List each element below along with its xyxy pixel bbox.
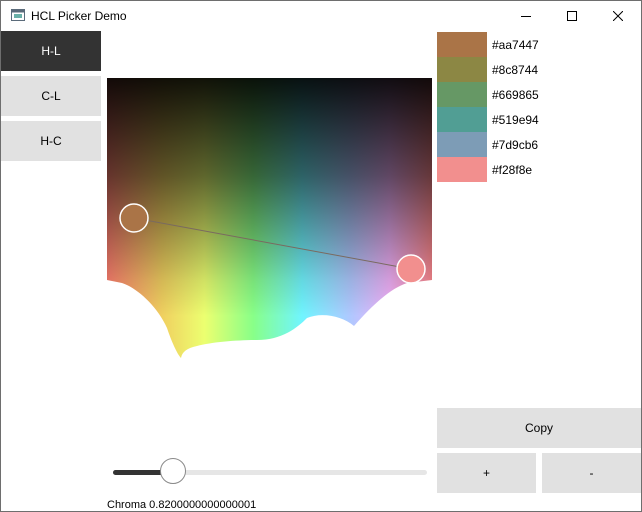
mode-button-h-l[interactable]: H-L bbox=[1, 31, 101, 71]
color-swatch bbox=[437, 32, 487, 57]
app-window: HCL Picker Demo H-L C-L H-C #aa7447 #8c8… bbox=[0, 0, 642, 512]
palette-item[interactable]: #f28f8e bbox=[437, 157, 641, 182]
color-hex-label: #f28f8e bbox=[492, 163, 533, 177]
color-hex-label: #8c8744 bbox=[492, 63, 539, 77]
color-swatch bbox=[437, 57, 487, 82]
palette-item[interactable]: #669865 bbox=[437, 82, 641, 107]
add-color-button[interactable]: + bbox=[437, 453, 536, 493]
mode-button-c-l[interactable]: C-L bbox=[1, 76, 101, 116]
palette-item[interactable]: #519e94 bbox=[437, 107, 641, 132]
maximize-icon bbox=[567, 11, 577, 21]
app-icon bbox=[11, 9, 25, 21]
close-icon bbox=[613, 11, 623, 21]
color-hex-label: #669865 bbox=[492, 88, 539, 102]
color-swatch bbox=[437, 157, 487, 182]
color-hex-label: #519e94 bbox=[492, 113, 539, 127]
color-swatch bbox=[437, 132, 487, 157]
hcl-color-plane[interactable] bbox=[107, 78, 432, 358]
palette-item[interactable]: #aa7447 bbox=[437, 32, 641, 57]
palette-item[interactable]: #8c8744 bbox=[437, 57, 641, 82]
color-hex-label: #7d9cb6 bbox=[492, 138, 539, 152]
window-title: HCL Picker Demo bbox=[31, 9, 127, 23]
remove-color-button[interactable]: - bbox=[542, 453, 641, 493]
palette-end-handle[interactable] bbox=[396, 254, 426, 284]
color-swatch bbox=[437, 82, 487, 107]
color-swatch bbox=[437, 107, 487, 132]
minimize-button[interactable] bbox=[503, 1, 549, 31]
close-button[interactable] bbox=[595, 1, 641, 31]
chroma-slider[interactable] bbox=[113, 457, 427, 489]
maximize-button[interactable] bbox=[549, 1, 595, 31]
chroma-label: Chroma 0.8200000000000001 bbox=[107, 499, 257, 511]
palette-item[interactable]: #7d9cb6 bbox=[437, 132, 641, 157]
copy-button[interactable]: Copy bbox=[437, 408, 641, 448]
minimize-icon bbox=[521, 16, 531, 17]
palette-start-handle[interactable] bbox=[119, 203, 149, 233]
mode-button-h-c[interactable]: H-C bbox=[1, 121, 101, 161]
slider-thumb[interactable] bbox=[159, 458, 186, 484]
color-hex-label: #aa7447 bbox=[492, 38, 539, 52]
title-bar[interactable]: HCL Picker Demo bbox=[1, 1, 641, 31]
